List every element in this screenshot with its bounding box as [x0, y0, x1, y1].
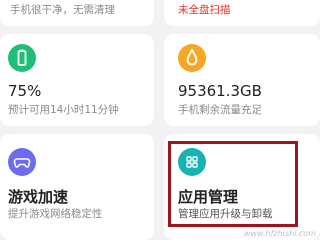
cleanup-subtitle: 手机很干净，无需清理: [10, 4, 115, 16]
game-boost-card[interactable]: 游戏加速 提升游戏网络稳定性: [0, 134, 154, 240]
app-management-title: 应用管理: [178, 188, 239, 206]
data-subtitle: 手机剩余流量充足: [178, 104, 262, 116]
battery-percent: 75%: [8, 82, 42, 100]
app-management-card[interactable]: 应用管理 管理应用升级与卸载: [164, 134, 320, 240]
battery-icon: [8, 44, 36, 72]
water-drop-icon: [178, 44, 206, 72]
virus-scan-subtitle: 未全盘扫描: [178, 4, 231, 16]
watermark-text: www.hfzhishi.com: [243, 229, 316, 238]
virus-scan-card[interactable]: 未全盘扫描: [164, 0, 320, 26]
game-boost-subtitle: 提升游戏网络稳定性: [8, 208, 103, 220]
gamepad-icon: [8, 148, 36, 176]
battery-card[interactable]: 75% 预计可用14小时11分钟: [0, 34, 154, 126]
game-boost-title: 游戏加速: [8, 188, 69, 206]
battery-subtitle: 预计可用14小时11分钟: [8, 104, 119, 116]
app-management-subtitle: 管理应用升级与卸载: [178, 208, 273, 220]
data-usage-card[interactable]: 95361.3GB 手机剩余流量充足: [164, 34, 320, 126]
data-remaining: 95361.3GB: [178, 82, 262, 100]
app-grid-icon: [178, 148, 206, 176]
cleanup-card[interactable]: 手机很干净，无需清理: [0, 0, 154, 26]
